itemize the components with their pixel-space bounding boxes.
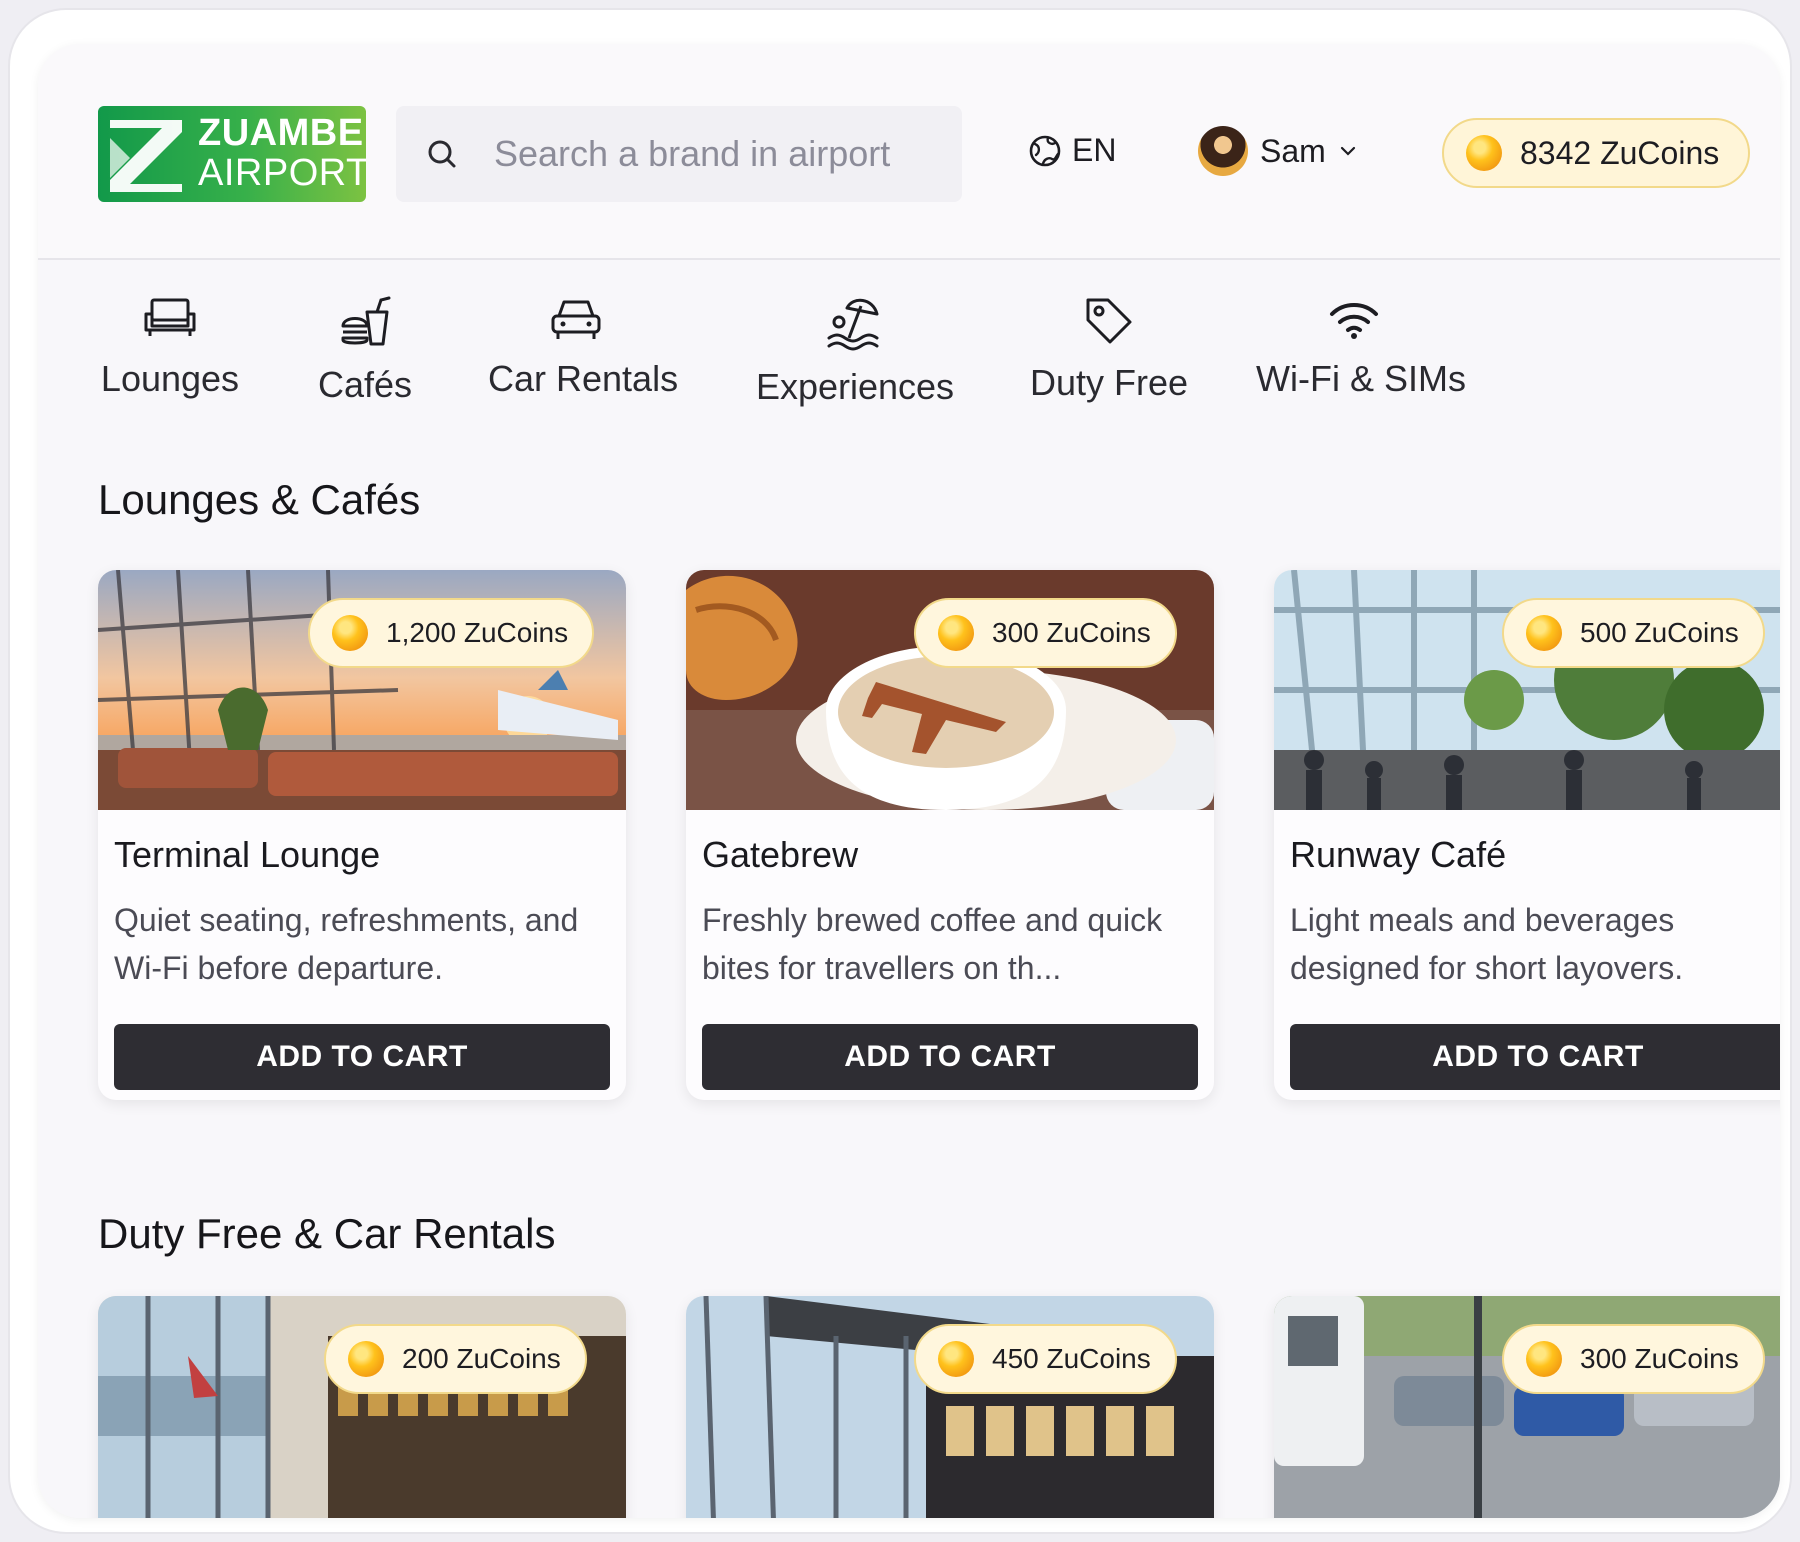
app-screen: ZUAMBE AIRPORT Search a brand in airport… [38, 44, 1780, 1518]
price-label: 1,200 ZuCoins [386, 617, 569, 648]
user-menu[interactable]: Sam [1198, 126, 1358, 176]
wifi-icon [1330, 303, 1378, 339]
product-card[interactable]: 1,200 ZuCoins Terminal Lounge Quiet seat… [98, 570, 626, 1100]
logo-z-icon [110, 120, 182, 192]
chevron-down-icon [1340, 146, 1355, 156]
category-experiences[interactable]: Experiences [750, 294, 960, 408]
coin-icon [1466, 135, 1502, 171]
category-lounges[interactable]: Lounges [96, 294, 244, 400]
card-image: 200 ZuCoins [98, 1296, 626, 1518]
top-header: ZUAMBE AIRPORT Search a brand in airport… [38, 44, 1780, 260]
card-image: 300 ZuCoins [1274, 1296, 1780, 1518]
card-image: 450 ZuCoins [686, 1296, 1214, 1518]
search-icon [428, 140, 456, 168]
user-name: Sam [1260, 132, 1326, 169]
coin-icon [1526, 1341, 1562, 1377]
category-label: Cafés [317, 364, 413, 405]
search-input[interactable]: Search a brand in airport [494, 133, 890, 175]
add-to-cart-button[interactable]: ADD TO CART [114, 1024, 610, 1090]
search-bar[interactable]: Search a brand in airport [396, 106, 962, 202]
coin-icon [938, 1341, 974, 1377]
device-frame: ZUAMBE AIRPORT Search a brand in airport… [10, 10, 1790, 1532]
category-cafes[interactable]: Cafés [304, 294, 426, 406]
card-image: 300 ZuCoins [686, 570, 1214, 810]
category-duty-free[interactable]: Duty Free [1022, 294, 1196, 404]
coin-icon [938, 615, 974, 651]
price-label: 500 ZuCoins [1580, 617, 1739, 648]
tag-icon [1086, 298, 1132, 344]
card-description: Light meals and beverages designed for s… [1290, 902, 1684, 986]
logo-line-1: ZUAMBE [198, 112, 364, 154]
card-description: Quiet seating, refreshments, and Wi-Fi b… [114, 902, 579, 986]
price-badge: 500 ZuCoins [1502, 598, 1765, 668]
product-card[interactable]: 300 ZuCoins [1274, 1296, 1780, 1518]
category-nav: Lounges Cafés Car Rentals Experiences Du… [38, 294, 1780, 454]
card-title: Terminal Lounge [114, 834, 381, 875]
category-label: Lounges [100, 358, 240, 399]
car-icon [551, 300, 601, 339]
category-label: Car Rentals [488, 358, 679, 399]
category-label: Experiences [755, 366, 955, 407]
coin-icon [348, 1341, 384, 1377]
add-to-cart-button[interactable]: ADD TO CART [1290, 1024, 1780, 1090]
zuambe-airport-logo[interactable]: ZUAMBE AIRPORT [98, 106, 366, 202]
price-badge: 1,200 ZuCoins [308, 598, 595, 668]
card-description: Freshly brewed coffee and quick bites fo… [702, 902, 1163, 986]
sofa-icon [144, 298, 196, 336]
price-label: 450 ZuCoins [992, 1343, 1151, 1374]
price-label: 300 ZuCoins [992, 617, 1151, 648]
price-label: 200 ZuCoins [402, 1343, 561, 1374]
product-card[interactable]: 300 ZuCoins Gatebrew Freshly brewed coff… [686, 570, 1214, 1100]
coins-balance-pill[interactable]: 8342 ZuCoins [1442, 118, 1750, 188]
globe-icon [1029, 135, 1061, 166]
coin-icon [1526, 615, 1562, 651]
logo-line-2: AIRPORT [198, 152, 366, 194]
section-title: Duty Free & Car Rentals [98, 1210, 556, 1257]
coin-icon [332, 615, 368, 651]
section-title: Lounges & Cafés [98, 476, 421, 523]
language-selector[interactable]: EN [1028, 132, 1116, 169]
price-label: 300 ZuCoins [1580, 1343, 1739, 1374]
category-wifi-sims[interactable]: Wi-Fi & SIMs [1256, 294, 1466, 400]
add-to-cart-button[interactable]: ADD TO CART [702, 1024, 1198, 1090]
price-badge: 450 ZuCoins [914, 1324, 1177, 1394]
price-badge: 300 ZuCoins [1502, 1324, 1765, 1394]
card-image: 500 ZuCoins [1274, 570, 1780, 810]
card-image: 1,200 ZuCoins [98, 570, 626, 810]
coins-balance: 8342 ZuCoins [1520, 134, 1720, 171]
category-label: Duty Free [1029, 362, 1189, 403]
avatar [1198, 126, 1248, 176]
price-badge: 200 ZuCoins [324, 1324, 587, 1394]
product-card[interactable]: 200 ZuCoins [98, 1296, 626, 1518]
card-title: Gatebrew [702, 834, 859, 875]
language-code: EN [1072, 132, 1117, 168]
price-badge: 300 ZuCoins [914, 598, 1177, 668]
category-label: Wi-Fi & SIMs [1256, 358, 1466, 399]
product-card[interactable]: 500 ZuCoins Runway Café Light meals and … [1274, 570, 1780, 1100]
beach-umbrella-icon [827, 298, 879, 351]
burger-drink-icon [341, 296, 391, 346]
category-car-rentals[interactable]: Car Rentals [488, 294, 679, 400]
card-title: Runway Café [1290, 834, 1507, 875]
product-card[interactable]: 450 ZuCoins [686, 1296, 1214, 1518]
